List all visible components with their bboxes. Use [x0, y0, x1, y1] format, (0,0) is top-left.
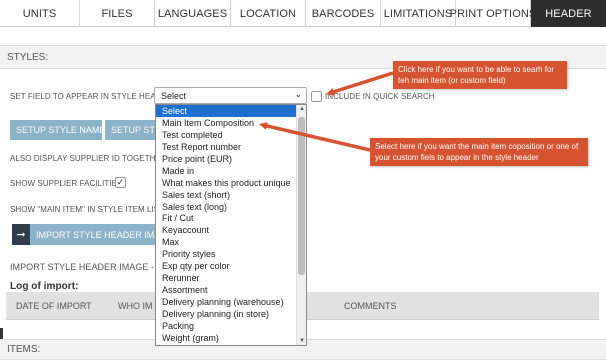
- also-display-supplier-label: ALSO DISPLAY SUPPLIER ID TOGETHER W: [10, 154, 177, 163]
- dropdown-option[interactable]: Sales text (long): [156, 201, 306, 213]
- tab-languages[interactable]: LANGUAGES: [155, 0, 231, 27]
- import-style-header-image-label: IMPORT STYLE HEADER IMAGE: [36, 229, 155, 240]
- dropdown-option[interactable]: What makes this product unique: [156, 177, 306, 189]
- import-icon[interactable]: ➞: [12, 224, 30, 245]
- column-date-of-import: DATE OF IMPORT: [16, 301, 92, 311]
- setup-style-name-label: SETUP STYLE NAME: [16, 125, 102, 135]
- items-section-title: ITEMS:: [7, 344, 41, 355]
- dropdown-option[interactable]: Fit / Cut: [156, 212, 306, 224]
- callout-main-item: Select here if you want the main item co…: [370, 138, 588, 166]
- dropdown-option[interactable]: Assortment: [156, 284, 306, 296]
- dropdown-option[interactable]: Rerunner: [156, 272, 306, 284]
- dropdown-option[interactable]: Weight (gram): [156, 332, 306, 344]
- show-supplier-facilities-label: SHOW SUPPLIER FACILITIES:: [10, 179, 125, 188]
- dropdown-option[interactable]: Exp qty per color: [156, 260, 306, 272]
- style-header-field-select[interactable]: Select ⌄: [154, 87, 307, 104]
- tab-location[interactable]: LOCATION: [231, 0, 306, 27]
- import-style-header-image-button[interactable]: IMPORT STYLE HEADER IMAGE: [30, 224, 155, 245]
- column-comments: COMMENTS: [344, 301, 397, 311]
- tab-bar: UNITS FILES LANGUAGES LOCATION BARCODES …: [0, 0, 606, 27]
- styles-section-title: STYLES:: [7, 51, 49, 63]
- dropdown-option[interactable]: Priority styles: [156, 248, 306, 260]
- set-field-label: SET FIELD TO APPEAR IN STYLE HEADER:: [10, 92, 175, 101]
- dropdown-option[interactable]: Keyaccount: [156, 224, 306, 236]
- dropdown-option[interactable]: Sales text (short): [156, 189, 306, 201]
- dropdown-option[interactable]: Max: [156, 236, 306, 248]
- scrollbar-thumb[interactable]: [298, 117, 305, 275]
- setup-style-label: SETUP STYL: [111, 125, 155, 135]
- setup-style-button[interactable]: SETUP STYL: [105, 120, 155, 140]
- callout-quick-search: Click here if you want to be able to sea…: [393, 61, 567, 89]
- chevron-down-icon: ⌄: [294, 89, 302, 99]
- dropdown-option[interactable]: Made in: [156, 165, 306, 177]
- dropdown-option[interactable]: Packing: [156, 320, 306, 332]
- include-quick-search-checkbox[interactable]: [311, 91, 322, 102]
- column-who-imported: WHO IM: [118, 301, 153, 311]
- tab-header[interactable]: HEADER: [531, 0, 606, 27]
- select-value: Select: [161, 90, 187, 101]
- dropdown-option[interactable]: Test Report number: [156, 141, 306, 153]
- dropdown-option[interactable]: Delivery planning (warehouse): [156, 296, 306, 308]
- dropdown-scrollbar[interactable]: ▲ ▼: [296, 105, 306, 345]
- show-main-item-label: SHOW "MAIN ITEM" IN STYLE ITEM LIST:: [10, 205, 166, 214]
- tab-files[interactable]: FILES: [80, 0, 155, 27]
- log-title: Log of import:: [10, 281, 79, 292]
- scroll-up-icon[interactable]: ▲: [297, 106, 306, 112]
- dropdown-option[interactable]: Select: [156, 105, 306, 117]
- dropdown-option[interactable]: Delivery planning (in store): [156, 308, 306, 320]
- tab-units[interactable]: UNITS: [0, 0, 80, 27]
- dropdown-option[interactable]: Test completed: [156, 129, 306, 141]
- include-quick-search-label: INCLUDE IN QUICK SEARCH: [325, 92, 435, 101]
- setup-style-name-button[interactable]: SETUP STYLE NAME: [10, 120, 102, 140]
- tab-limitations[interactable]: LIMITATIONS: [381, 0, 456, 27]
- show-supplier-facilities-checkbox[interactable]: ✓: [115, 177, 126, 188]
- tab-print-options[interactable]: PRINT OPTIONS: [450, 0, 536, 27]
- import-header-section-label: IMPORT STYLE HEADER IMAGE - LO: [10, 262, 169, 272]
- scroll-down-icon[interactable]: ▼: [297, 338, 306, 344]
- dropdown-option[interactable]: Main Item Composition: [156, 117, 306, 129]
- field-dropdown-list[interactable]: Select Main Item Composition Test comple…: [155, 104, 307, 346]
- arrow-to-checkbox: [326, 71, 394, 96]
- app-window: UNITS FILES LANGUAGES LOCATION BARCODES …: [0, 0, 606, 360]
- tab-barcodes[interactable]: BARCODES: [306, 0, 381, 27]
- dropdown-option[interactable]: Price point (EUR): [156, 153, 306, 165]
